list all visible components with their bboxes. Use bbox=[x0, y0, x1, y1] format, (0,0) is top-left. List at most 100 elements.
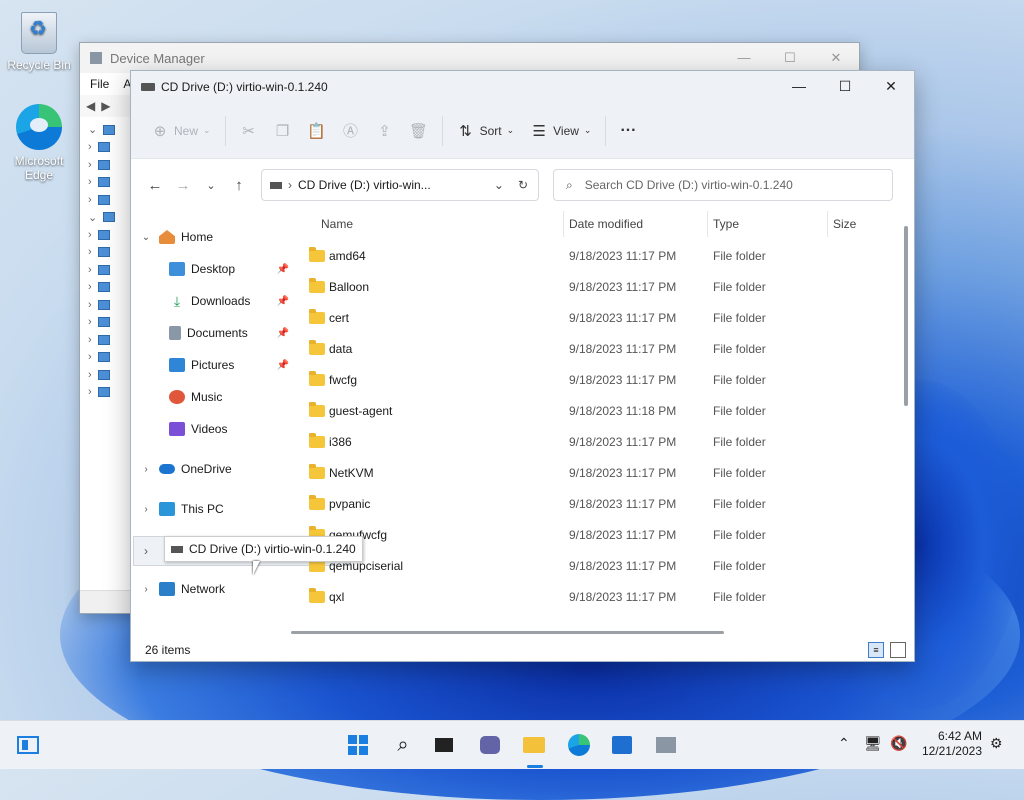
chevron-down-icon: ⌄ bbox=[583, 125, 592, 135]
file-row[interactable]: cert 9/18/2023 11:17 PM File folder bbox=[301, 303, 901, 334]
nav-item-this-pc[interactable]: › This PC bbox=[139, 495, 297, 523]
chevron-right-icon[interactable]: › bbox=[139, 584, 153, 595]
download-icon: ⤓ bbox=[173, 293, 181, 309]
view-icon: ☰ bbox=[532, 122, 546, 140]
file-row[interactable]: guest-agent 9/18/2023 11:18 PM File folder bbox=[301, 396, 901, 427]
nav-item-onedrive[interactable]: › OneDrive bbox=[139, 455, 297, 483]
notification-icon[interactable]: ⚙ bbox=[990, 735, 1003, 752]
maximize-button[interactable]: ☐ bbox=[767, 43, 813, 73]
task-view-widgets-icon[interactable] bbox=[14, 731, 42, 759]
file-type: File folder bbox=[713, 559, 766, 573]
details-view-icon[interactable]: ≡ bbox=[868, 642, 884, 658]
address-bar[interactable]: › CD Drive (D:) virtio-win... ⌄ ↻ bbox=[261, 169, 539, 201]
command-bar: ⊕ New ⌄ ✂ ❐ 📋 Ⓐ ⇪ 🗑 ⇅ Sort ⌄ ☰ View ⌄ ··… bbox=[131, 103, 914, 159]
maximize-button[interactable]: ☐ bbox=[822, 71, 868, 103]
back-arrow-icon[interactable]: ← bbox=[141, 177, 169, 194]
column-size[interactable]: Size bbox=[833, 217, 856, 231]
vertical-scrollbar[interactable] bbox=[904, 226, 908, 406]
file-type: File folder bbox=[713, 373, 766, 387]
chevron-right-icon[interactable]: › bbox=[134, 544, 158, 558]
forward-arrow-icon[interactable]: → bbox=[169, 177, 197, 194]
start-button[interactable] bbox=[344, 731, 372, 759]
large-icons-view-icon[interactable] bbox=[890, 642, 906, 658]
copy-button[interactable]: ❐ bbox=[266, 115, 300, 147]
edge-taskbar-icon[interactable] bbox=[565, 731, 593, 759]
paste-button[interactable]: 📋 bbox=[300, 115, 334, 147]
file-row[interactable]: NetKVM 9/18/2023 11:17 PM File folder bbox=[301, 458, 901, 489]
file-row[interactable]: amd64 9/18/2023 11:17 PM File folder bbox=[301, 241, 901, 272]
view-button[interactable]: ☰ View ⌄ bbox=[522, 115, 599, 147]
search-icon[interactable]: ⌕ bbox=[389, 731, 417, 759]
share-button[interactable]: ⇪ bbox=[368, 115, 402, 147]
chevron-up-icon[interactable]: ⌃ bbox=[838, 735, 850, 752]
file-row[interactable]: Balloon 9/18/2023 11:17 PM File folder bbox=[301, 272, 901, 303]
new-button[interactable]: ⊕ New ⌄ bbox=[143, 115, 219, 147]
file-list[interactable]: Name ⌃ Date modified Type Size amd64 9/18… bbox=[301, 211, 901, 623]
file-explorer-window[interactable]: CD Drive (D:) virtio-win-0.1.240 — ☐ ✕ ⊕… bbox=[130, 70, 915, 662]
clock[interactable]: 6:42 AM 12/21/2023 bbox=[922, 729, 982, 759]
close-button[interactable]: ✕ bbox=[813, 43, 859, 73]
folder-icon bbox=[309, 588, 325, 603]
nav-label: Music bbox=[191, 390, 223, 404]
file-name: NetKVM bbox=[329, 466, 374, 480]
nav-item-home[interactable]: ⌄ Home bbox=[139, 223, 297, 251]
file-name: data bbox=[329, 342, 353, 356]
chevron-down-icon[interactable]: ⌄ bbox=[139, 232, 153, 243]
volume-muted-icon[interactable]: 🔇 bbox=[890, 735, 907, 752]
minimize-button[interactable]: — bbox=[776, 71, 822, 103]
file-row[interactable]: fwcfg 9/18/2023 11:17 PM File folder bbox=[301, 365, 901, 396]
file-date-modified: 9/18/2023 11:17 PM bbox=[569, 559, 677, 573]
store-icon[interactable] bbox=[608, 731, 636, 759]
device-manager-taskbar-icon[interactable] bbox=[652, 731, 680, 759]
sort-button[interactable]: ⇅ Sort ⌄ bbox=[449, 115, 523, 147]
more-options-button[interactable]: ··· bbox=[612, 115, 644, 147]
file-type: File folder bbox=[713, 342, 766, 356]
back-arrow-icon[interactable]: ◀ bbox=[86, 99, 95, 113]
file-explorer-taskbar-icon[interactable] bbox=[520, 731, 548, 759]
nav-item-network[interactable]: › Network bbox=[139, 575, 297, 603]
breadcrumb[interactable]: CD Drive (D:) virtio-win... bbox=[298, 178, 494, 192]
menu-file[interactable]: File bbox=[90, 77, 109, 91]
chevron-right-icon[interactable]: › bbox=[139, 464, 153, 475]
home-icon bbox=[159, 230, 175, 244]
desktop-icon-edge[interactable]: Microsoft Edge bbox=[4, 104, 74, 182]
file-row[interactable]: data 9/18/2023 11:17 PM File folder bbox=[301, 334, 901, 365]
file-type: File folder bbox=[713, 590, 766, 604]
cut-button[interactable]: ✂ bbox=[232, 115, 266, 147]
network-status-icon[interactable]: 🖥 bbox=[864, 735, 882, 752]
file-row[interactable]: pvpanic 9/18/2023 11:17 PM File folder bbox=[301, 489, 901, 520]
nav-label: Network bbox=[181, 582, 226, 596]
address-row: ← → ⌄ ↑ › CD Drive (D:) virtio-win... ⌄ … bbox=[131, 159, 914, 211]
column-date-modified[interactable]: Date modified bbox=[569, 217, 643, 231]
file-row[interactable]: qxl 9/18/2023 11:17 PM File folder bbox=[301, 582, 901, 613]
file-name: guest-agent bbox=[329, 404, 393, 418]
column-type[interactable]: Type bbox=[713, 217, 739, 231]
folder-icon bbox=[309, 464, 325, 479]
horizontal-scrollbar[interactable] bbox=[291, 631, 724, 634]
file-row[interactable]: qemupciserial 9/18/2023 11:17 PM File fold… bbox=[301, 551, 901, 582]
address-dropdown-chevron-icon[interactable]: ⌄ bbox=[494, 178, 504, 192]
file-row[interactable]: qemufwcfg 9/18/2023 11:17 PM File folder bbox=[301, 520, 901, 551]
forward-arrow-icon[interactable]: ▶ bbox=[101, 99, 110, 113]
column-name[interactable]: Name bbox=[321, 217, 353, 231]
drag-label: CD Drive (D:) virtio-win-0.1.240 bbox=[164, 536, 363, 562]
refresh-icon[interactable]: ↻ bbox=[518, 178, 528, 192]
search-input[interactable]: ⌕ Search CD Drive (D:) virtio-win-0.1.24… bbox=[553, 169, 893, 201]
chevron-right-icon[interactable]: › bbox=[139, 504, 153, 515]
cloud-icon bbox=[159, 464, 175, 474]
file-row[interactable]: i386 9/18/2023 11:17 PM File folder bbox=[301, 427, 901, 458]
pictures-icon bbox=[169, 358, 185, 372]
delete-button[interactable]: 🗑 bbox=[402, 115, 436, 147]
column-header: Name ⌃ Date modified Type Size bbox=[301, 211, 901, 237]
recent-locations-chevron-icon[interactable]: ⌄ bbox=[197, 179, 225, 192]
close-button[interactable]: ✕ bbox=[868, 71, 914, 103]
task-view-icon[interactable] bbox=[430, 731, 458, 759]
search-placeholder: Search CD Drive (D:) virtio-win-0.1.240 bbox=[584, 178, 793, 192]
desktop-icon-recycle-bin[interactable]: Recycle Bin bbox=[4, 12, 74, 72]
up-arrow-icon[interactable]: ↑ bbox=[225, 177, 253, 194]
teams-chat-icon[interactable] bbox=[476, 731, 504, 759]
minimize-button[interactable]: — bbox=[721, 43, 767, 73]
file-name: i386 bbox=[329, 435, 352, 449]
rename-button[interactable]: Ⓐ bbox=[334, 115, 368, 147]
file-name: qxl bbox=[329, 590, 345, 604]
